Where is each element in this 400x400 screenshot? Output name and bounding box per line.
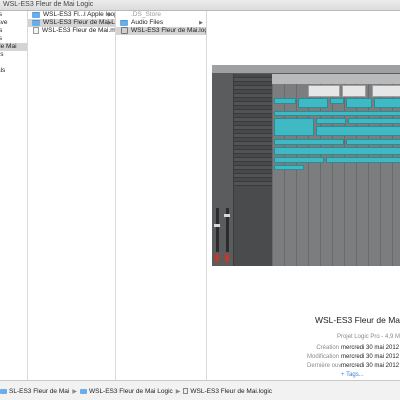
thumbnail-region xyxy=(330,98,344,104)
thumbnail-region xyxy=(326,157,400,163)
list-item[interactable]: WSL-ES3 Fleur de Mai.logic xyxy=(116,27,206,35)
thumbnail-region xyxy=(342,85,366,97)
list-item-label: WSL-ES3 Fleur de Mai.mid xyxy=(42,27,116,34)
thumbnail-region xyxy=(346,139,400,145)
column-1[interactable]: tsaverstsde Maisssals xyxy=(0,11,28,380)
sidebar-item-label: rs xyxy=(0,27,2,35)
metadata-value: mercredi 30 mai 2012 1 xyxy=(341,354,400,360)
thumbnail-region xyxy=(298,98,328,108)
thumbnail-region xyxy=(308,85,340,97)
breadcrumb-separator-icon: ▶ xyxy=(175,389,181,395)
list-item[interactable]: Audio Files ▶ xyxy=(116,19,206,27)
chevron-right-icon: ▶ xyxy=(108,20,112,26)
metadata-row: Création mercredi 30 mai 2012 1 xyxy=(307,345,400,353)
thumbnail-track xyxy=(234,182,272,186)
thumbnail-inspector xyxy=(212,74,234,266)
thumbnail-region xyxy=(274,147,400,155)
document-icon xyxy=(183,388,189,394)
folder-icon xyxy=(79,389,87,394)
breadcrumb-item[interactable]: WSL-ES3 Fleur de Mai Logic xyxy=(79,388,173,395)
thumbnail-meter xyxy=(225,254,229,262)
window-titlebar[interactable]: WSL-ES3 Fleur de Mai Logic xyxy=(0,0,400,11)
thumbnail-region xyxy=(346,98,372,108)
preview-file-name: WSL-ES3 Fleur de Ma xyxy=(314,315,400,325)
logic-project-thumbnail xyxy=(212,65,400,266)
thumbnail-region xyxy=(374,98,400,108)
column-browser: tsaverstsde Maisssals WSL-ES3 Fl...l App… xyxy=(0,11,400,380)
list-item-label: .DS_Store xyxy=(131,11,161,18)
document-icon xyxy=(33,27,39,34)
list-item[interactable]: WSL-ES3 Fl...l Apple loops ▶ xyxy=(28,11,115,19)
sidebar-item[interactable]: rs xyxy=(0,27,27,35)
chevron-right-icon: ▶ xyxy=(199,20,203,26)
list-item-label: WSL-ES3 Fleur de Mai Logic xyxy=(43,19,115,26)
folder-icon xyxy=(120,20,128,26)
sidebar-item-label: ss xyxy=(0,51,4,58)
sidebar-item[interactable]: ave xyxy=(0,19,27,27)
thumbnail-region xyxy=(348,118,400,124)
thumbnail-meter xyxy=(215,254,219,262)
metadata-key: Dernière ouv. xyxy=(307,363,343,369)
folder-icon xyxy=(32,12,40,18)
thumbnail-gridline xyxy=(272,84,273,266)
sidebar-item[interactable]: als xyxy=(0,67,27,75)
sidebar-item-label: ts xyxy=(0,35,2,43)
folder-icon xyxy=(0,389,7,394)
sidebar-item[interactable]: ts xyxy=(0,11,27,19)
column-2[interactable]: WSL-ES3 Fl...l Apple loops ▶ WSL-ES3 Fleur… xyxy=(28,11,116,380)
list-item-label: WSL-ES3 Fl...l Apple loops xyxy=(43,11,116,18)
folder-icon xyxy=(32,20,40,26)
list-item[interactable]: WSL-ES3 Fleur de Mai.mid xyxy=(28,27,115,35)
chevron-right-icon: ▶ xyxy=(108,12,112,18)
logic-project-icon xyxy=(121,27,128,34)
sidebar-item[interactable]: ss xyxy=(0,51,27,59)
breadcrumb-label: WSL-ES3 Fleur de Mai Logic xyxy=(88,388,173,395)
thumbnail-region xyxy=(316,126,400,136)
breadcrumb-label: WSL-ES3 Fleur de Mai.logic xyxy=(190,388,273,395)
window-title: WSL-ES3 Fleur de Mai Logic xyxy=(3,1,94,8)
path-bar: SL-ES3 Fleur de Mai ▶ WSL-ES3 Fleur de Mai… xyxy=(0,380,400,400)
breadcrumb-label: SL-ES3 Fleur de Mai xyxy=(9,388,70,395)
sidebar-item-label: ts xyxy=(0,11,2,19)
thumbnail-region xyxy=(274,157,324,163)
metadata-value: mercredi 30 mai 2012 1 xyxy=(341,363,400,369)
preview-pane: WSL-ES3 Fleur de Ma Projet Logic Pro - 4… xyxy=(207,11,400,380)
thumbnail-fader-knob xyxy=(224,214,230,217)
breadcrumb-item[interactable]: SL-ES3 Fleur de Mai xyxy=(0,388,69,395)
list-item-label: Audio Files xyxy=(131,19,164,26)
list-item[interactable]: .DS_Store xyxy=(116,11,206,19)
thumbnail-region xyxy=(274,111,400,116)
metadata-value: mercredi 30 mai 2012 1 xyxy=(341,345,400,351)
thumbnail-track-list xyxy=(234,74,272,266)
breadcrumb-item[interactable]: WSL-ES3 Fleur de Mai.logic xyxy=(183,388,272,395)
breadcrumb-separator-icon: ▶ xyxy=(72,389,77,395)
sidebar-item[interactable]: s xyxy=(0,59,27,67)
sidebar-item-label: de Mai xyxy=(0,43,17,50)
add-tags-link[interactable]: + Tags... xyxy=(341,372,364,378)
thumbnail-toolbar xyxy=(212,65,400,74)
thumbnail-region xyxy=(274,118,314,136)
breadcrumb: SL-ES3 Fleur de Mai ▶ WSL-ES3 Fleur de Mai… xyxy=(0,388,272,395)
metadata-row: Dernière ouv.mercredi 30 mai 2012 1 xyxy=(307,363,400,371)
metadata-key: Modification xyxy=(307,354,340,360)
thumbnail-fader xyxy=(216,208,219,252)
thumbnail-region xyxy=(274,98,296,104)
list-item-label: WSL-ES3 Fleur de Mai.logic xyxy=(131,27,207,34)
column-3[interactable]: .DS_Store Audio Files ▶ WSL-ES3 Fleur de Ma… xyxy=(116,11,207,380)
list-item[interactable]: WSL-ES3 Fleur de Mai Logic▶ xyxy=(28,19,115,27)
sidebar-item-label: ave xyxy=(0,19,8,26)
sidebar-item-label: als xyxy=(0,67,6,74)
sidebar-item[interactable]: ts xyxy=(0,35,27,43)
preview-kind: Projet Logic Pro - 4,9 M xyxy=(336,334,400,340)
thumbnail-region xyxy=(274,139,344,145)
metadata-row: Modification mercredi 30 mai 2012 1 xyxy=(307,354,400,362)
thumbnail-fader-knob xyxy=(214,224,220,227)
thumbnail-region xyxy=(372,85,400,97)
metadata-key: Création xyxy=(316,345,339,351)
sidebar-item[interactable]: de Mai xyxy=(0,43,27,51)
thumbnail-region xyxy=(316,118,346,124)
thumbnail-ruler xyxy=(272,74,400,84)
thumbnail-region xyxy=(274,165,304,170)
